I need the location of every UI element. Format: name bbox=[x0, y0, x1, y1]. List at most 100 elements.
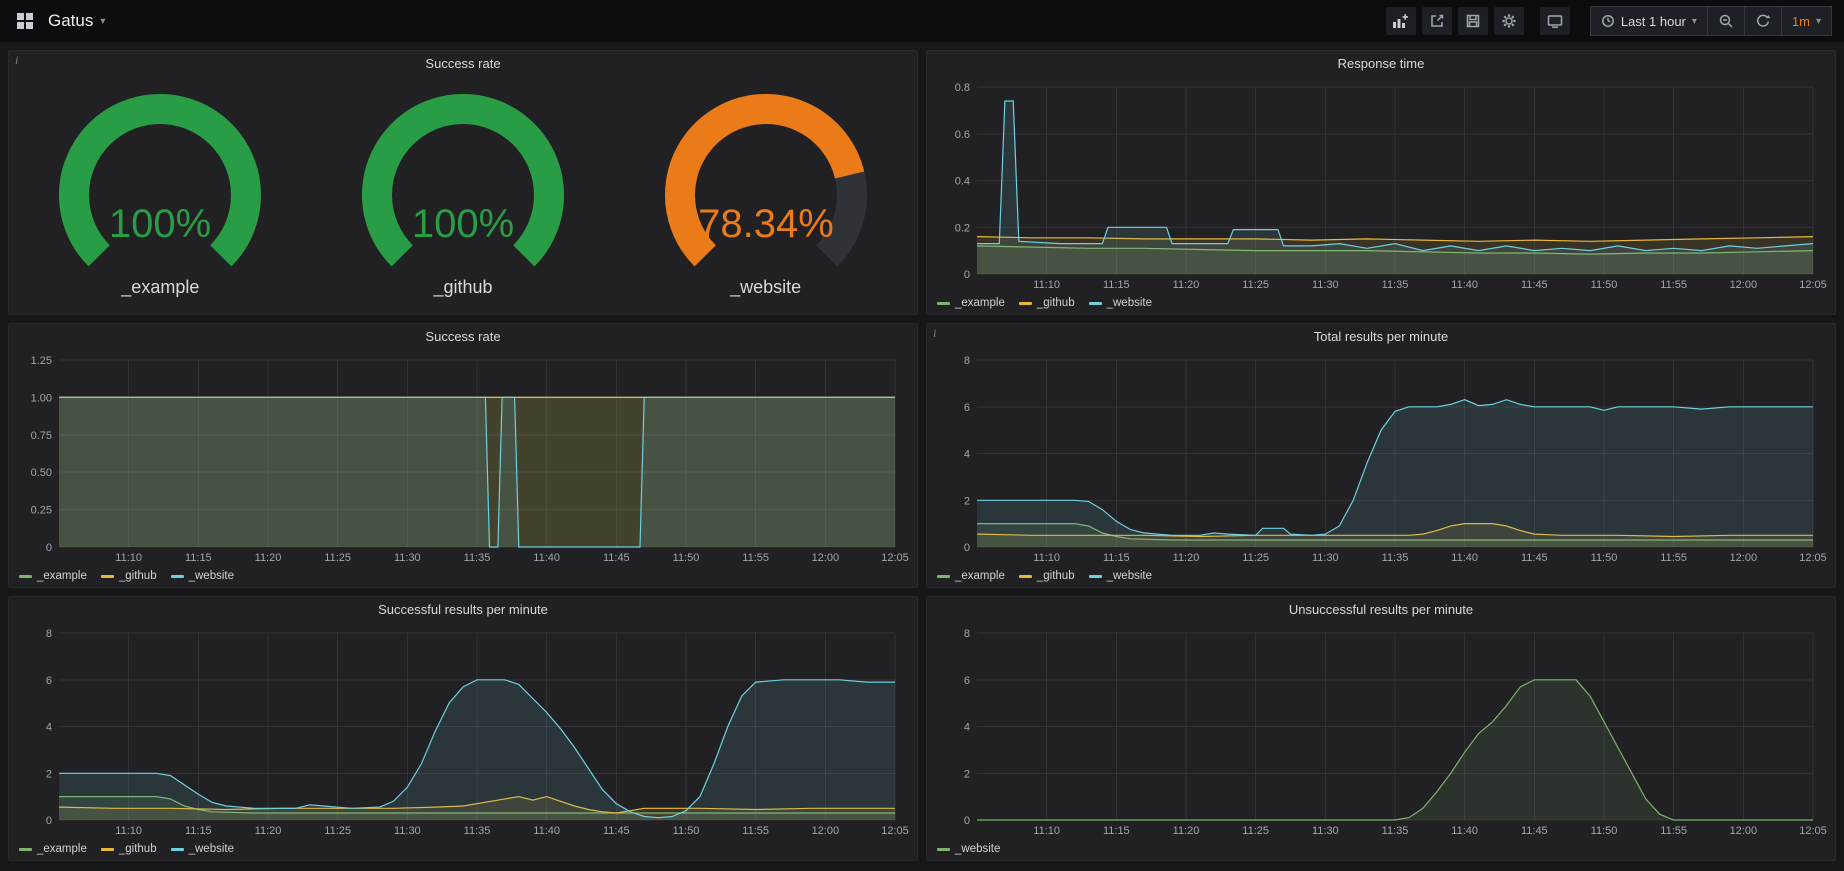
chart-legend: _example _github _website bbox=[9, 567, 917, 585]
chart-plot[interactable]: 11:1011:1511:2011:2511:3011:3511:4011:45… bbox=[935, 350, 1827, 567]
svg-text:2: 2 bbox=[46, 768, 52, 780]
gauge-_website: 78.34%_website bbox=[616, 91, 916, 298]
time-range-button[interactable]: Last 1 hour ▾ bbox=[1590, 6, 1708, 36]
svg-text:0: 0 bbox=[964, 815, 970, 827]
svg-text:11:35: 11:35 bbox=[1382, 552, 1409, 564]
legend-item-_github[interactable]: _github bbox=[1019, 570, 1075, 582]
refresh-interval-label: 1m bbox=[1792, 14, 1810, 29]
svg-text:0: 0 bbox=[46, 815, 52, 827]
chart-plot[interactable]: 11:1011:1511:2011:2511:3011:3511:4011:45… bbox=[17, 350, 909, 567]
legend-color-mark bbox=[1019, 302, 1032, 305]
legend-item-_example[interactable]: _example bbox=[937, 297, 1005, 309]
panel-title[interactable]: Successful results per minute bbox=[9, 597, 917, 623]
grid-squares-icon bbox=[16, 12, 34, 30]
svg-text:11:30: 11:30 bbox=[1312, 279, 1339, 291]
svg-text:11:35: 11:35 bbox=[1382, 279, 1409, 291]
legend-color-mark bbox=[1089, 302, 1102, 305]
svg-text:12:00: 12:00 bbox=[1730, 825, 1758, 837]
svg-text:1.00: 1.00 bbox=[31, 392, 52, 404]
panel-success-rate-graph: Success rate 11:1011:1511:2011:2511:3011… bbox=[8, 323, 918, 588]
share-button[interactable] bbox=[1422, 7, 1452, 35]
clock-icon bbox=[1601, 14, 1615, 28]
panel-title[interactable]: Unsuccessful results per minute bbox=[927, 597, 1835, 623]
legend-item-_github[interactable]: _github bbox=[101, 843, 157, 855]
svg-text:11:50: 11:50 bbox=[1591, 552, 1618, 564]
svg-text:11:15: 11:15 bbox=[1103, 279, 1130, 291]
refresh-interval-button[interactable]: 1m ▾ bbox=[1781, 6, 1832, 36]
legend-item-_website[interactable]: _website bbox=[937, 843, 1000, 855]
gear-icon bbox=[1501, 13, 1517, 29]
legend-item-_website[interactable]: _website bbox=[1089, 297, 1152, 309]
caret-down-icon: ▾ bbox=[1692, 16, 1697, 27]
svg-text:11:25: 11:25 bbox=[1242, 552, 1269, 564]
tv-monitor-icon bbox=[1547, 13, 1563, 29]
svg-text:4: 4 bbox=[964, 449, 970, 461]
panel-response-time: Response time 11:1011:1511:2011:2511:301… bbox=[926, 50, 1836, 315]
gauge-arc: 100% bbox=[313, 91, 613, 283]
chart-canvas-total-results[interactable]: 11:1011:1511:2011:2511:3011:3511:4011:45… bbox=[935, 350, 1827, 567]
legend-label: _website bbox=[189, 570, 234, 582]
legend-item-_example[interactable]: _example bbox=[937, 570, 1005, 582]
add-panel-button[interactable] bbox=[1386, 7, 1416, 35]
chart-canvas-response-time[interactable]: 11:1011:1511:2011:2511:3011:3511:4011:45… bbox=[935, 77, 1827, 294]
svg-text:11:55: 11:55 bbox=[1660, 279, 1687, 291]
gauge-label: _example bbox=[121, 277, 199, 298]
legend-label: _example bbox=[37, 843, 87, 855]
svg-text:11:10: 11:10 bbox=[115, 825, 142, 837]
svg-text:0.8: 0.8 bbox=[955, 82, 970, 94]
svg-text:11:30: 11:30 bbox=[1312, 825, 1339, 837]
chart-canvas-success-rate[interactable]: 11:1011:1511:2011:2511:3011:3511:4011:45… bbox=[17, 350, 909, 567]
svg-text:12:00: 12:00 bbox=[1730, 552, 1758, 564]
save-icon bbox=[1465, 13, 1481, 29]
chart-plot[interactable]: 11:1011:1511:2011:2511:3011:3511:4011:45… bbox=[935, 77, 1827, 294]
legend-item-_website[interactable]: _website bbox=[1089, 570, 1152, 582]
svg-text:0.4: 0.4 bbox=[955, 176, 970, 188]
chart-plot[interactable]: 11:1011:1511:2011:2511:3011:3511:4011:45… bbox=[935, 623, 1827, 840]
svg-text:11:25: 11:25 bbox=[324, 552, 351, 564]
zoom-out-button[interactable] bbox=[1707, 6, 1745, 36]
chart-canvas-successful-results[interactable]: 11:1011:1511:2011:2511:3011:3511:4011:45… bbox=[17, 623, 909, 840]
svg-text:11:10: 11:10 bbox=[1033, 279, 1060, 291]
svg-text:11:50: 11:50 bbox=[1591, 825, 1618, 837]
gauge-_example: 100%_example bbox=[10, 91, 310, 298]
dashboard-title[interactable]: Gatus ▾ bbox=[48, 11, 105, 31]
legend-color-mark bbox=[101, 575, 114, 578]
svg-text:12:00: 12:00 bbox=[812, 825, 840, 837]
svg-text:11:30: 11:30 bbox=[1312, 552, 1339, 564]
legend-color-mark bbox=[19, 575, 32, 578]
panel-title[interactable]: Total results per minute bbox=[927, 324, 1835, 350]
svg-text:11:10: 11:10 bbox=[1033, 825, 1060, 837]
svg-text:0.6: 0.6 bbox=[955, 129, 970, 141]
legend-item-_example[interactable]: _example bbox=[19, 843, 87, 855]
legend-item-_github[interactable]: _github bbox=[101, 570, 157, 582]
chart-plot[interactable]: 11:1011:1511:2011:2511:3011:3511:4011:45… bbox=[17, 623, 909, 840]
tv-mode-button[interactable] bbox=[1540, 7, 1570, 35]
chart-legend: _website bbox=[927, 840, 1835, 858]
svg-text:8: 8 bbox=[46, 628, 52, 640]
dashboard-grid-icon[interactable] bbox=[12, 8, 38, 34]
panel-title[interactable]: Success rate bbox=[9, 51, 917, 77]
svg-text:6: 6 bbox=[46, 675, 52, 687]
panel-info-icon[interactable]: i bbox=[15, 53, 27, 67]
gauge-label: _website bbox=[730, 277, 801, 298]
panel-info-icon[interactable]: i bbox=[933, 326, 945, 340]
legend-label: _github bbox=[119, 570, 157, 582]
svg-text:11:45: 11:45 bbox=[603, 552, 630, 564]
legend-item-_github[interactable]: _github bbox=[1019, 297, 1075, 309]
caret-down-icon: ▾ bbox=[100, 16, 105, 27]
legend-item-_example[interactable]: _example bbox=[19, 570, 87, 582]
settings-button[interactable] bbox=[1494, 7, 1524, 35]
panel-title[interactable]: Success rate bbox=[9, 324, 917, 350]
svg-text:4: 4 bbox=[964, 722, 970, 734]
save-button[interactable] bbox=[1458, 7, 1488, 35]
refresh-button[interactable] bbox=[1744, 6, 1782, 36]
legend-item-_website[interactable]: _website bbox=[171, 570, 234, 582]
svg-text:8: 8 bbox=[964, 628, 970, 640]
svg-text:11:30: 11:30 bbox=[394, 552, 421, 564]
panel-title[interactable]: Response time bbox=[927, 51, 1835, 77]
svg-text:8: 8 bbox=[964, 355, 970, 367]
svg-text:11:55: 11:55 bbox=[742, 552, 769, 564]
chart-canvas-unsuccessful-results[interactable]: 11:1011:1511:2011:2511:3011:3511:4011:45… bbox=[935, 623, 1827, 840]
legend-label: _website bbox=[189, 843, 234, 855]
legend-item-_website[interactable]: _website bbox=[171, 843, 234, 855]
